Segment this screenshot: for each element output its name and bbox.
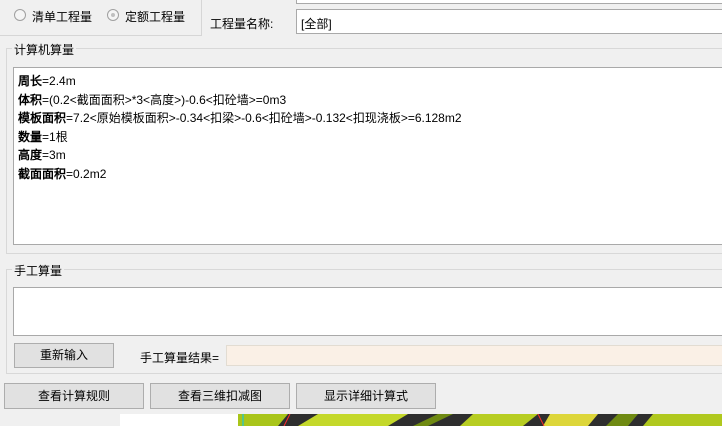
calc-line: 高度=3m xyxy=(18,146,722,165)
calc-line-key: 模板面积 xyxy=(18,111,67,125)
computer-calc-title: 计算机算量 xyxy=(12,41,77,58)
calc-line: 模板面积=7.2<原始模板面积>-0.34<扣梁>-0.6<扣砼墙>-0.132… xyxy=(18,109,722,128)
quota-quantity-label[interactable]: 定额工程量 xyxy=(125,8,185,25)
calc-line-expr: =(0.2<截面面积>*3<高度>)-0.6<扣砼墙>=0m3 xyxy=(42,92,287,107)
calc-line-key: 截面面积 xyxy=(18,166,67,181)
3d-view-area[interactable] xyxy=(238,414,722,426)
calc-line: 数量=1根 xyxy=(18,128,722,147)
calc-line-expr: =7.2<原始模板面积>-0.34<扣梁>-0.6<扣砼墙>-0.132<扣现浇… xyxy=(66,111,462,125)
calc-line: 体积=(0.2<截面面积>*3<高度>)-0.6<扣砼墙>=0m3 xyxy=(18,91,722,110)
calc-line-expr: =0.2m2 xyxy=(66,166,107,181)
calc-line: 周长=2.4m xyxy=(18,72,722,91)
reenter-button[interactable]: 重新输入 xyxy=(14,343,114,368)
calc-line-expr: =3m xyxy=(42,148,66,162)
white-strip xyxy=(120,414,238,426)
list-quantity-label[interactable]: 清单工程量 xyxy=(32,8,92,25)
quantity-name-field[interactable]: [全部] xyxy=(296,9,722,34)
manual-result-label: 手工算量结果= xyxy=(140,351,220,365)
calc-line-expr: =1根 xyxy=(42,129,68,144)
top-field[interactable] xyxy=(296,0,722,4)
calc-line: 截面面积=0.2m2 xyxy=(18,165,722,184)
manual-calc-title: 手工算量 xyxy=(12,262,65,279)
quantity-name-label: 工程量名称: xyxy=(210,17,274,31)
computer-calc-box[interactable]: 周长=2.4m 体积=(0.2<截面面积>*3<高度>)-0.6<扣砼墙>=0m… xyxy=(13,67,722,245)
calc-line-key: 周长 xyxy=(18,74,43,88)
quota-quantity-radio[interactable] xyxy=(107,9,119,21)
calc-line-key: 数量 xyxy=(18,129,43,144)
list-quantity-radio[interactable] xyxy=(14,9,26,21)
manual-calc-input[interactable] xyxy=(13,287,722,336)
show-detail-formula-button[interactable]: 显示详细计算式 xyxy=(296,383,436,409)
calc-line-expr: =2.4m xyxy=(42,74,76,88)
calc-line-key: 高度 xyxy=(18,148,43,162)
view-3d-deduction-button[interactable]: 查看三维扣减图 xyxy=(150,383,290,409)
calc-line-key: 体积 xyxy=(18,92,43,107)
quantity-name-value: [全部] xyxy=(301,17,332,31)
3d-scene-graphic xyxy=(238,414,722,426)
view-rules-button[interactable]: 查看计算规则 xyxy=(4,383,144,409)
manual-result-field[interactable] xyxy=(226,345,722,366)
